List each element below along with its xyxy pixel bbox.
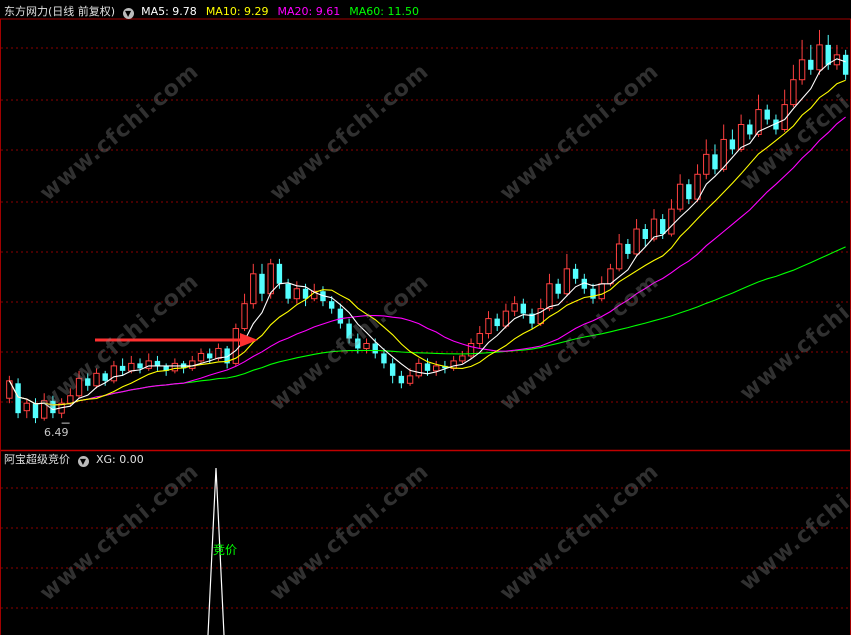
- chart-stage: 东方网力(日线 前复权) ▼ MA5: 9.78 MA10: 9.29 MA20: …: [0, 0, 851, 635]
- candle-body-down: [32, 403, 39, 419]
- candle-body-up: [615, 243, 623, 270]
- candle-body-down: [259, 273, 265, 294]
- candle-body-down: [642, 229, 648, 239]
- candle-body-down: [302, 288, 309, 299]
- settings-dropdown-icon[interactable]: ▼: [77, 456, 89, 467]
- candle-body-up: [598, 283, 605, 300]
- annotation-arrow-head: [240, 333, 258, 347]
- candle-body-up: [563, 268, 571, 295]
- chart-title: 东方网力(日线 前复权): [4, 5, 116, 18]
- candle-body-down: [494, 318, 500, 327]
- candle-body-down: [381, 353, 387, 364]
- sub-header: 阿宝超级竞价 ▼ XG: 0.00: [4, 453, 144, 467]
- signal-label: 竞价: [213, 543, 238, 557]
- candle-body-down: [747, 124, 753, 135]
- candle-body-down: [372, 343, 378, 354]
- candle-body-down: [590, 288, 596, 299]
- candle-body-up: [816, 44, 823, 71]
- candle-body-down: [276, 263, 283, 284]
- candle-body-down: [337, 308, 344, 324]
- candle-body-up: [197, 352, 205, 362]
- candle-body-down: [15, 383, 21, 414]
- candle-body-up: [433, 365, 440, 372]
- main-header: 东方网力(日线 前复权) ▼ MA5: 9.78 MA10: 9.29 MA20: …: [4, 5, 428, 19]
- candle-body-up: [694, 173, 701, 200]
- candle-body-down: [119, 365, 126, 371]
- candle-body-up: [485, 318, 492, 335]
- candle-body-up: [737, 124, 745, 150]
- candle-body-down: [555, 283, 561, 294]
- candle-body-up: [250, 273, 257, 305]
- ma-legend-item: MA5: 9.78: [141, 5, 197, 18]
- candle-body-down: [424, 363, 431, 371]
- candle-body-down: [808, 59, 814, 70]
- candle-body-down: [398, 375, 405, 384]
- candle-body-down: [285, 283, 291, 299]
- candle-body-up: [798, 59, 806, 81]
- candle-body-up: [128, 362, 135, 372]
- candle-body-up: [607, 268, 614, 285]
- candle-body-up: [459, 355, 466, 362]
- candle-body-up: [215, 347, 222, 359]
- ma-legend-item: MA60: 11.50: [349, 5, 419, 18]
- candle-body-down: [842, 54, 849, 75]
- candle-body-up: [476, 333, 483, 344]
- candle-body-up: [703, 153, 710, 175]
- xg-value: XG: 0.00: [96, 453, 144, 466]
- candle-body-up: [668, 208, 675, 235]
- candle-body-up: [267, 263, 274, 295]
- candle-body-up: [546, 283, 553, 310]
- candle-body-down: [389, 363, 396, 376]
- candle-body-down: [825, 44, 831, 65]
- sub-indicator-title: 阿宝超级竞价: [4, 453, 70, 466]
- candle-body-down: [660, 219, 666, 234]
- candle-body-down: [207, 353, 213, 359]
- candle-body-down: [712, 154, 718, 170]
- candle-body-up: [502, 310, 510, 327]
- candle-body-up: [415, 362, 422, 377]
- candle-body-up: [406, 375, 414, 384]
- ma-legend-item: MA10: 9.29: [205, 5, 269, 18]
- candle-body-up: [790, 79, 797, 106]
- settings-dropdown-icon[interactable]: ▼: [122, 8, 134, 19]
- candle-body-up: [171, 362, 179, 372]
- candle-body-down: [572, 268, 579, 279]
- candle-body-up: [676, 183, 684, 210]
- candle-body-down: [328, 301, 335, 309]
- candle-body-down: [729, 139, 736, 150]
- candle-body-up: [241, 303, 248, 330]
- candle-body-down: [686, 184, 692, 200]
- low-price-label: 6.49: [44, 426, 69, 439]
- candle-body-up: [293, 288, 301, 300]
- ma-legend: MA5: 9.78 MA10: 9.29 MA20: 9.61 MA60: 11.50: [141, 5, 428, 18]
- candle-body-up: [23, 402, 30, 412]
- candle-body-down: [625, 243, 631, 254]
- candle-body-up: [650, 218, 658, 240]
- ma-legend-item: MA20: 9.61: [277, 5, 341, 18]
- candle-body-down: [102, 373, 108, 381]
- candle-body-down: [154, 360, 161, 366]
- candle-body-down: [764, 109, 770, 120]
- candle-body-up: [633, 228, 640, 255]
- candle-body-down: [520, 303, 527, 314]
- candle-body-down: [137, 363, 143, 369]
- candle-body-up: [189, 360, 196, 369]
- candle-body-up: [511, 303, 518, 312]
